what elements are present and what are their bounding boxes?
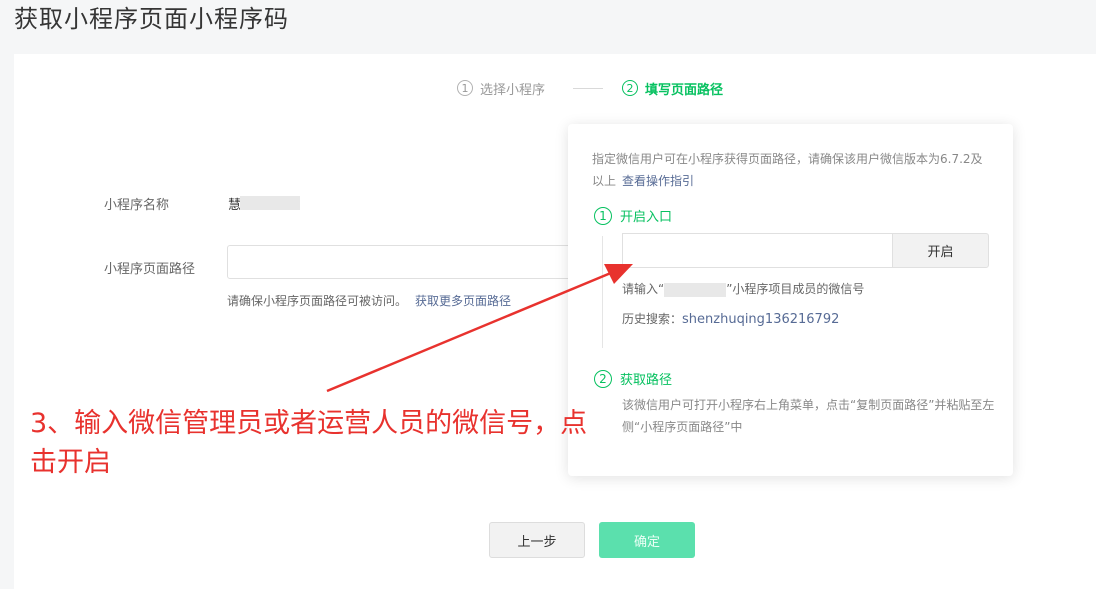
popover-description: 指定微信用户可在小程序获得页面路径，请确保该用户微信版本为6.7.2及以上 查看操… bbox=[592, 148, 992, 192]
popover-step-get-path: 2 获取路径 bbox=[594, 369, 672, 388]
page-title: 获取小程序页面小程序码 bbox=[14, 5, 289, 33]
page-path-hint: 请确保小程序页面路径可被访问。 获取更多页面路径 bbox=[227, 292, 511, 309]
step-number-1: 1 bbox=[594, 206, 612, 225]
history-item[interactable]: shenzhuqing136216792 bbox=[682, 312, 839, 327]
popover-step-connector bbox=[602, 236, 603, 348]
redacted-mask bbox=[664, 282, 727, 297]
page-path-hint-text: 请确保小程序页面路径可被访问。 bbox=[227, 294, 408, 308]
step-number-2: 2 bbox=[594, 369, 612, 388]
wechat-id-input[interactable] bbox=[622, 233, 892, 268]
wechat-id-hint: 请输入“ ”小程序项目成员的微信号 bbox=[622, 280, 864, 297]
step-number-2: 2 bbox=[622, 80, 638, 96]
page-path-input[interactable] bbox=[227, 245, 587, 279]
popover-step-open-entry: 1 开启入口 bbox=[594, 206, 672, 225]
step-label: 填写页面路径 bbox=[645, 82, 724, 98]
view-guide-link[interactable]: 查看操作指引 bbox=[622, 174, 694, 188]
open-button[interactable]: 开启 bbox=[892, 233, 989, 268]
step-label: 选择小程序 bbox=[480, 82, 546, 98]
stepper-divider bbox=[573, 88, 603, 89]
get-more-paths-link[interactable]: 获取更多页面路径 bbox=[415, 294, 511, 308]
stepper-step-select-miniprogram: 1 选择小程序 bbox=[457, 78, 545, 98]
open-entry-popover: 指定微信用户可在小程序获得页面路径，请确保该用户微信版本为6.7.2及以上 查看操… bbox=[568, 124, 1013, 476]
miniprogram-name-label: 小程序名称 bbox=[104, 198, 170, 213]
popover-step-title: 获取路径 bbox=[620, 373, 673, 388]
stepper-step-fill-path: 2 填写页面路径 bbox=[622, 78, 723, 98]
get-path-description: 该微信用户可打开小程序右上角菜单，点击“复制页面路径”并粘贴至左侧“小程序页面路… bbox=[622, 398, 995, 434]
previous-step-button[interactable]: 上一步 bbox=[489, 522, 585, 558]
history-label: 历史搜索： bbox=[622, 312, 683, 326]
hint-suffix: ”小程序项目成员的微信号 bbox=[726, 282, 865, 296]
hint-prefix: 请输入“ bbox=[622, 282, 665, 296]
popover-step-title: 开启入口 bbox=[620, 210, 673, 225]
confirm-button[interactable]: 确定 bbox=[599, 522, 695, 558]
step-number-1: 1 bbox=[457, 80, 473, 96]
redacted-mask bbox=[240, 196, 300, 210]
search-history: 历史搜索：shenzhuqing136216792 bbox=[622, 310, 839, 327]
page-path-label: 小程序页面路径 bbox=[104, 262, 196, 277]
annotation-text: 3、输入微信管理员或者运营人员的微信号，点击开启 bbox=[30, 408, 588, 478]
